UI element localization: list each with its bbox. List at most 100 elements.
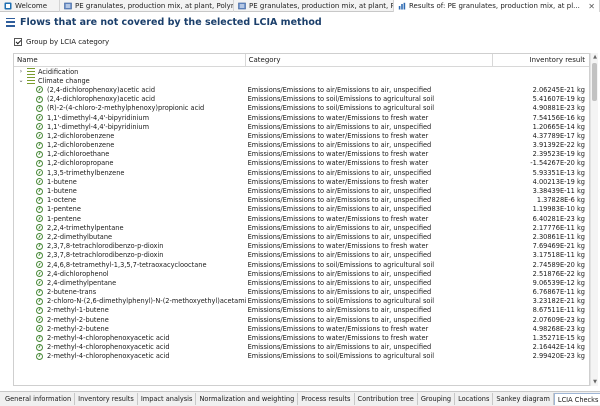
group-by-checkbox[interactable]: Group by LCIA category <box>14 37 109 47</box>
table-row[interactable]: (R)-2-(4-chloro-2-methylphenoxy)propioni… <box>14 104 589 113</box>
flow-rows: (2,4-dichlorophenoxy)acetic acid Emission… <box>14 85 589 361</box>
inventory-result-cell: 2.16442E-14 kg <box>532 343 585 352</box>
table-row[interactable]: 1,2-dichloroethane Emissions/Emissions to… <box>14 150 589 159</box>
tab-grouping[interactable]: Grouping <box>418 393 456 405</box>
flow-name: 2-methyl-2-butene <box>47 315 109 324</box>
elementary-flow-icon <box>36 169 43 177</box>
inventory-result-cell: 2.51876E-22 kg <box>532 269 585 278</box>
table-row[interactable]: 2,4-dimethylpentane Emissions/Emissions t… <box>14 278 589 287</box>
tab-sankey-diagram[interactable]: Sankey diagram <box>493 393 554 405</box>
table-row[interactable]: 1,1'-dimethyl-4,4'-bipyridinium Emissions… <box>14 122 589 131</box>
close-tab-icon[interactable]: ✕ <box>584 2 595 11</box>
scrollbar-thumb[interactable] <box>592 63 597 101</box>
table-row[interactable]: 1-butene Emissions/Emissions to air/Emiss… <box>14 186 589 195</box>
tab-normalization-and-weighting[interactable]: Normalization and weighting <box>196 393 299 405</box>
elementary-flow-icon <box>36 343 43 351</box>
flow-name-cell: 2-butene-trans <box>14 288 246 297</box>
flow-name: 1,1'-dimethyl-4,4'-bipyridinium <box>47 113 150 122</box>
flow-name-cell: 1,1'-dimethyl-4,4'-bipyridinium <box>14 113 246 122</box>
inventory-result-cell: 4.98268E-23 kg <box>532 324 585 333</box>
table-row[interactable]: 2,2,4-trimethylpentane Emissions/Emission… <box>14 223 589 232</box>
flows-table: Name Category Inventory result › Acidifi… <box>13 53 590 386</box>
inventory-result-cell: 2.07609E-23 kg <box>532 315 585 324</box>
bottom-tab-bar: General information Inventory results Impa… <box>0 391 600 406</box>
table-row[interactable]: 1-octene Emissions/Emissions to air/Emiss… <box>14 196 589 205</box>
table-row[interactable]: 2-methyl-4-chlorophenoxyacetic acid Emiss… <box>14 352 589 361</box>
flow-name: 1-octene <box>47 196 77 205</box>
inventory-result-cell: 2.30861E-11 kg <box>532 232 585 241</box>
tab-results[interactable]: Results of: PE granulates, production mi… <box>394 0 600 12</box>
table-row[interactable]: (2,4-dichlorophenoxy)acetic acid Emission… <box>14 85 589 94</box>
tab-contribution-tree[interactable]: Contribution tree <box>355 393 418 405</box>
tab-general-information[interactable]: General information <box>2 393 76 405</box>
table-row[interactable]: 2-methyl-2-butene Emissions/Emissions to … <box>14 324 589 333</box>
flow-name: (2,4-dichlorophenoxy)acetic acid <box>47 95 156 104</box>
tab-pe-granulates-2[interactable]: PE granulates, production mix, at plant,… <box>234 0 394 12</box>
table-row[interactable]: 2-chloro-N-(2,6-dimethylphenyl)-N-(2-met… <box>14 297 589 306</box>
inventory-result-cell: 5.41607E-19 kg <box>532 95 585 104</box>
flow-name-cell: 1-octene <box>14 196 246 205</box>
group-by-label: Group by LCIA category <box>26 38 110 46</box>
flow-name: 1-butene <box>47 187 77 196</box>
table-row[interactable]: 1-pentene Emissions/Emissions to water/Em… <box>14 214 589 223</box>
flow-name-cell: 1,2-dichlorobenzene <box>14 141 246 150</box>
elementary-flow-icon <box>36 325 43 333</box>
table-row[interactable]: 2,4,6,8-tetramethyl-1,3,5,7-tetraoxacycl… <box>14 260 589 269</box>
inventory-result-cell: 6.76867E-11 kg <box>532 288 585 297</box>
collapse-arrow-icon[interactable]: ⌄ <box>17 77 25 84</box>
tab-lcia-checks[interactable]: LCIA Checks <box>553 393 600 405</box>
table-row[interactable]: 2,2-dimethylbutane Emissions/Emissions to… <box>14 232 589 241</box>
table-row[interactable]: 1,1'-dimethyl-4,4'-bipyridinium Emissions… <box>14 113 589 122</box>
checkbox-checked-icon[interactable] <box>14 38 22 46</box>
flow-name: 1,2-dichlorobenzene <box>47 141 115 150</box>
table-row[interactable]: 1-butene Emissions/Emissions to water/Emi… <box>14 177 589 186</box>
flow-name: 2-methyl-4-chlorophenoxyacetic acid <box>47 334 170 343</box>
group-row-climate-change[interactable]: ⌄ Climate change <box>14 76 589 85</box>
elementary-flow-icon <box>36 104 43 112</box>
flow-name-cell: 1-butene <box>14 177 246 186</box>
flow-category-cell: Emissions/Emissions to water/Emissions t… <box>247 242 429 251</box>
table-header: Name Category Inventory result <box>14 54 589 67</box>
flow-category-cell: Emissions/Emissions to water/Emissions t… <box>247 177 429 186</box>
inventory-result-cell: -1.54267E-20 kg <box>530 159 585 168</box>
scroll-down-icon[interactable]: ▼ <box>591 378 599 386</box>
flow-category-cell: Emissions/Emissions to air/Emissions to … <box>247 232 432 241</box>
flow-category-cell: Emissions/Emissions to air/Emissions to … <box>247 343 432 352</box>
table-row[interactable]: 2,4-dichlorophenol Emissions/Emissions to… <box>14 269 589 278</box>
column-header-name[interactable]: Name <box>14 54 246 67</box>
table-row[interactable]: 1,2-dichlorobenzene Emissions/Emissions t… <box>14 141 589 150</box>
expand-arrow-icon[interactable]: › <box>17 68 25 75</box>
table-row[interactable]: 1,2-dichloropropane Emissions/Emissions t… <box>14 159 589 168</box>
table-row[interactable]: 2-methyl-4-chlorophenoxyacetic acid Emiss… <box>14 333 589 342</box>
elementary-flow-icon <box>36 141 43 149</box>
elementary-flow-icon <box>36 196 43 204</box>
flow-category-cell: Emissions/Emissions to water/Emissions t… <box>247 150 429 159</box>
flow-name: 2-chloro-N-(2,6-dimethylphenyl)-N-(2-met… <box>47 297 246 306</box>
flow-category-cell: Emissions/Emissions to air/Emissions to … <box>247 288 432 297</box>
table-row[interactable]: 2-methyl-1-butene Emissions/Emissions to … <box>14 306 589 315</box>
column-header-inventory-result[interactable]: Inventory result <box>493 54 589 67</box>
flow-name: 2,4,6,8-tetramethyl-1,3,5,7-tetraoxacycl… <box>47 260 207 269</box>
table-row[interactable]: 1-pentene Emissions/Emissions to air/Emis… <box>14 205 589 214</box>
editor-tab-bar: Welcome PE granulates, production mix, a… <box>0 0 600 12</box>
tab-welcome[interactable]: Welcome <box>0 0 60 12</box>
elementary-flow-icon <box>36 251 43 259</box>
tab-impact-analysis[interactable]: Impact analysis <box>138 393 197 405</box>
table-row[interactable]: 2,3,7,8-tetrachlorodibenzo-p-dioxin Emiss… <box>14 242 589 251</box>
vertical-scrollbar[interactable]: ▲ ▼ <box>590 53 598 386</box>
table-row[interactable]: 1,2-dichlorobenzene Emissions/Emissions t… <box>14 131 589 140</box>
scroll-up-icon[interactable]: ▲ <box>591 53 599 61</box>
tab-inventory-results[interactable]: Inventory results <box>75 393 138 405</box>
table-row[interactable]: 2-butene-trans Emissions/Emissions to air… <box>14 288 589 297</box>
table-row[interactable]: 2-methyl-2-butene Emissions/Emissions to … <box>14 315 589 324</box>
tab-pe-granulates-1[interactable]: PE granulates, production mix, at plant,… <box>60 0 234 12</box>
table-row[interactable]: 1,3,5-trimethylbenzene Emissions/Emission… <box>14 168 589 177</box>
table-row[interactable]: 2,3,7,8-tetrachlorodibenzo-p-dioxin Emiss… <box>14 251 589 260</box>
elementary-flow-icon <box>36 123 43 131</box>
tab-locations[interactable]: Locations <box>455 393 494 405</box>
table-row[interactable]: (2,4-dichlorophenoxy)acetic acid Emission… <box>14 95 589 104</box>
group-row-acidification[interactable]: › Acidification <box>14 67 589 76</box>
table-row[interactable]: 2-methyl-4-chlorophenoxyacetic acid Emiss… <box>14 343 589 352</box>
column-header-category[interactable]: Category <box>246 54 494 67</box>
tab-process-results[interactable]: Process results <box>298 393 355 405</box>
